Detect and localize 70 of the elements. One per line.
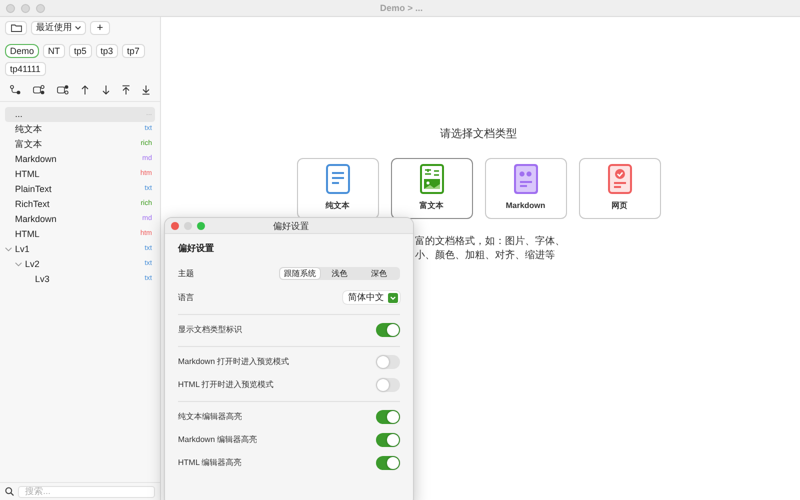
close-button[interactable] — [6, 4, 15, 12]
add-button[interactable]: + — [90, 21, 110, 35]
folder-icon — [10, 24, 22, 32]
search-field[interactable]: 搜索... — [18, 486, 155, 498]
workspace-tab[interactable]: tp41111 — [5, 62, 46, 76]
setting-label: HTML 编辑器高亮 — [178, 456, 242, 468]
workspace-tab[interactable]: tp7 — [122, 44, 145, 58]
toggle-switch[interactable] — [376, 410, 400, 424]
file-name: Lv1 — [15, 242, 31, 256]
setting-label: Markdown 编辑器高亮 — [178, 434, 258, 446]
file-name: Markdown — [15, 212, 58, 226]
document-type-card[interactable]: 富文本 — [390, 158, 472, 218]
toggle-switch[interactable] — [376, 354, 400, 368]
workspace-tab[interactable]: Demo — [5, 44, 40, 58]
toggle-switch[interactable] — [376, 322, 400, 336]
dialog-title: 偏好设置 — [273, 220, 309, 233]
description-text: 小、颜色、加粗、对齐、缩进等 — [415, 248, 556, 262]
workspace-tab[interactable]: tp5 — [69, 44, 92, 58]
toggle-switch[interactable] — [376, 456, 400, 470]
zoom-button[interactable] — [36, 4, 45, 12]
setting-label: 纯文本编辑器高亮 — [178, 410, 242, 422]
toggle-switch[interactable] — [376, 378, 400, 392]
chevron-down-icon — [388, 292, 398, 302]
toggle-switch[interactable] — [376, 432, 400, 446]
chevron-down-icon — [75, 26, 81, 30]
close-button[interactable] — [171, 222, 179, 230]
branch-icon — [10, 85, 21, 95]
description-text: 富的文档格式，如：图片、字体、 — [415, 234, 565, 248]
document-lines-icon — [326, 164, 350, 194]
move-bottom-icon[interactable] — [142, 85, 150, 95]
search-icon — [5, 487, 14, 496]
quote-document-icon — [514, 164, 538, 194]
setting-label: Markdown 打开时进入预览模式 — [178, 356, 290, 368]
file-name: PlainText — [15, 182, 53, 196]
prompt-text: 请选择文档类型 — [440, 126, 517, 142]
recent-dropdown[interactable]: 最近使用 — [31, 21, 86, 35]
file-name: HTML — [15, 228, 40, 241]
file-name: RichText — [15, 198, 51, 211]
document-type-card[interactable]: 纯文本 — [296, 158, 378, 218]
minimize-button[interactable] — [21, 4, 30, 12]
arrow-down-icon[interactable] — [102, 85, 110, 95]
arrow-up-icon[interactable] — [81, 85, 90, 95]
file-name: HTML — [15, 168, 40, 181]
language-dropdown[interactable]: 简体中文 — [343, 291, 400, 304]
badge-document-icon — [608, 164, 632, 194]
file-name: ... — [15, 108, 24, 121]
document-type-card[interactable]: 网页 — [578, 158, 660, 218]
file-name: Lv2 — [25, 258, 41, 271]
workspace-tab[interactable]: NT — [43, 44, 66, 58]
document-type-card[interactable]: Markdown — [484, 158, 566, 218]
chevron-down-icon[interactable] — [15, 262, 22, 267]
file-name: 纯文本 — [15, 122, 43, 136]
file-name: Markdown — [15, 152, 58, 166]
setting-label: 语言 — [178, 292, 194, 304]
setting-label: HTML 打开时进入预览模式 — [178, 378, 274, 390]
folder-button[interactable] — [5, 21, 27, 35]
setting-label: 显示文档类型标识 — [178, 324, 242, 336]
theme-option[interactable]: 跟随系统 — [280, 268, 320, 279]
move-top-icon[interactable] — [122, 85, 130, 95]
chevron-down-icon[interactable] — [5, 247, 12, 252]
window-title: Demo > ... — [380, 2, 423, 15]
rich-document-icon — [420, 164, 444, 194]
theme-option[interactable]: 深色 — [359, 268, 400, 279]
section-heading: 偏好设置 — [178, 242, 215, 255]
file-name: Lv3 — [35, 272, 51, 286]
theme-option[interactable]: 浅色 — [320, 268, 360, 279]
zoom-button[interactable] — [197, 222, 205, 230]
file-name: 富文本 — [15, 138, 43, 151]
workspace-tab[interactable]: tp3 — [96, 44, 118, 58]
setting-label: 主题 — [178, 268, 194, 280]
